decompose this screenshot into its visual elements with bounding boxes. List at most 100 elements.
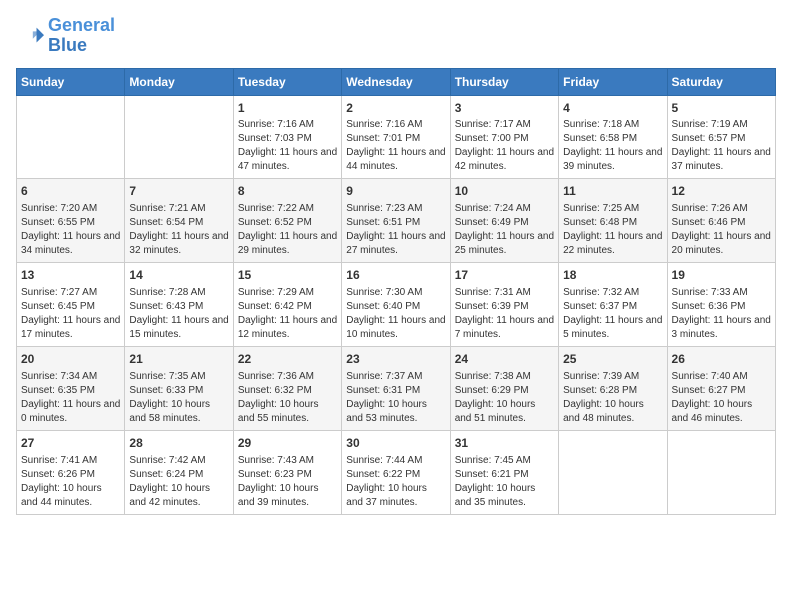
weekday-header: Friday xyxy=(559,68,667,95)
day-info: Sunrise: 7:36 AM Sunset: 6:32 PM Dayligh… xyxy=(238,370,337,426)
calendar-cell: 11 Sunrise: 7:25 AM Sunset: 6:48 PM Dayli… xyxy=(559,179,667,263)
logo-text: General Blue xyxy=(48,16,115,56)
day-number: 22 xyxy=(238,351,337,368)
calendar-cell: 25 Sunrise: 7:39 AM Sunset: 6:28 PM Dayli… xyxy=(559,346,667,430)
day-number: 23 xyxy=(346,351,445,368)
day-number: 28 xyxy=(129,435,228,452)
day-number: 15 xyxy=(238,267,337,284)
day-info: Sunrise: 7:19 AM Sunset: 6:57 PM Dayligh… xyxy=(672,118,771,174)
day-info: Sunrise: 7:37 AM Sunset: 6:31 PM Dayligh… xyxy=(346,370,445,426)
calendar-week-row: 27 Sunrise: 7:41 AM Sunset: 6:26 PM Dayli… xyxy=(17,430,776,514)
day-info: Sunrise: 7:42 AM Sunset: 6:24 PM Dayligh… xyxy=(129,454,228,510)
calendar-cell: 22 Sunrise: 7:36 AM Sunset: 6:32 PM Dayli… xyxy=(233,346,341,430)
calendar-week-row: 13 Sunrise: 7:27 AM Sunset: 6:45 PM Dayli… xyxy=(17,263,776,347)
calendar-week-row: 20 Sunrise: 7:34 AM Sunset: 6:35 PM Dayli… xyxy=(17,346,776,430)
calendar-cell: 7 Sunrise: 7:21 AM Sunset: 6:54 PM Daylig… xyxy=(125,179,233,263)
calendar-cell: 2Sunrise: 7:16 AM Sunset: 7:01 PM Daylig… xyxy=(342,95,450,179)
day-number: 25 xyxy=(563,351,662,368)
day-number: 1 xyxy=(238,100,337,117)
calendar-cell xyxy=(667,430,775,514)
logo-icon xyxy=(16,22,44,50)
day-number: 5 xyxy=(672,100,771,117)
day-info: Sunrise: 7:29 AM Sunset: 6:42 PM Dayligh… xyxy=(238,286,337,342)
day-info: Sunrise: 7:21 AM Sunset: 6:54 PM Dayligh… xyxy=(129,202,228,258)
day-info: Sunrise: 7:35 AM Sunset: 6:33 PM Dayligh… xyxy=(129,370,228,426)
calendar-cell: 15 Sunrise: 7:29 AM Sunset: 6:42 PM Dayli… xyxy=(233,263,341,347)
calendar-cell: 16 Sunrise: 7:30 AM Sunset: 6:40 PM Dayli… xyxy=(342,263,450,347)
day-info: Sunrise: 7:22 AM Sunset: 6:52 PM Dayligh… xyxy=(238,202,337,258)
day-info: Sunrise: 7:41 AM Sunset: 6:26 PM Dayligh… xyxy=(21,454,120,510)
day-number: 8 xyxy=(238,183,337,200)
page-header: General Blue xyxy=(16,16,776,56)
calendar-cell: 30 Sunrise: 7:44 AM Sunset: 6:22 PM Dayli… xyxy=(342,430,450,514)
calendar-cell: 19Sunrise: 7:33 AM Sunset: 6:36 PM Dayli… xyxy=(667,263,775,347)
day-info: Sunrise: 7:43 AM Sunset: 6:23 PM Dayligh… xyxy=(238,454,337,510)
calendar-cell: 18 Sunrise: 7:32 AM Sunset: 6:37 PM Dayli… xyxy=(559,263,667,347)
day-number: 24 xyxy=(455,351,554,368)
day-info: Sunrise: 7:32 AM Sunset: 6:37 PM Dayligh… xyxy=(563,286,662,342)
calendar-cell xyxy=(17,95,125,179)
day-number: 17 xyxy=(455,267,554,284)
calendar-body: 1Sunrise: 7:16 AM Sunset: 7:03 PM Daylig… xyxy=(17,95,776,514)
calendar-cell: 31 Sunrise: 7:45 AM Sunset: 6:21 PM Dayli… xyxy=(450,430,558,514)
calendar-cell: 12Sunrise: 7:26 AM Sunset: 6:46 PM Dayli… xyxy=(667,179,775,263)
day-number: 6 xyxy=(21,183,120,200)
day-number: 20 xyxy=(21,351,120,368)
day-number: 16 xyxy=(346,267,445,284)
day-number: 19 xyxy=(672,267,771,284)
calendar-cell: 3Sunrise: 7:17 AM Sunset: 7:00 PM Daylig… xyxy=(450,95,558,179)
calendar-cell: 26 Sunrise: 7:40 AM Sunset: 6:27 PM Dayli… xyxy=(667,346,775,430)
calendar-cell: 10Sunrise: 7:24 AM Sunset: 6:49 PM Dayli… xyxy=(450,179,558,263)
calendar-cell xyxy=(125,95,233,179)
day-number: 21 xyxy=(129,351,228,368)
day-number: 2 xyxy=(346,100,445,117)
day-number: 11 xyxy=(563,183,662,200)
day-info: Sunrise: 7:30 AM Sunset: 6:40 PM Dayligh… xyxy=(346,286,445,342)
day-number: 27 xyxy=(21,435,120,452)
calendar-cell: 20 Sunrise: 7:34 AM Sunset: 6:35 PM Dayli… xyxy=(17,346,125,430)
day-info: Sunrise: 7:34 AM Sunset: 6:35 PM Dayligh… xyxy=(21,370,120,426)
day-number: 14 xyxy=(129,267,228,284)
day-number: 9 xyxy=(346,183,445,200)
day-info: Sunrise: 7:26 AM Sunset: 6:46 PM Dayligh… xyxy=(672,202,771,258)
calendar-cell: 29 Sunrise: 7:43 AM Sunset: 6:23 PM Dayli… xyxy=(233,430,341,514)
day-info: Sunrise: 7:25 AM Sunset: 6:48 PM Dayligh… xyxy=(563,202,662,258)
calendar-cell: 14 Sunrise: 7:28 AM Sunset: 6:43 PM Dayli… xyxy=(125,263,233,347)
calendar-cell: 13 Sunrise: 7:27 AM Sunset: 6:45 PM Dayli… xyxy=(17,263,125,347)
calendar-cell: 4Sunrise: 7:18 AM Sunset: 6:58 PM Daylig… xyxy=(559,95,667,179)
calendar-cell: 17 Sunrise: 7:31 AM Sunset: 6:39 PM Dayli… xyxy=(450,263,558,347)
day-number: 18 xyxy=(563,267,662,284)
day-number: 13 xyxy=(21,267,120,284)
day-number: 30 xyxy=(346,435,445,452)
weekday-header: Tuesday xyxy=(233,68,341,95)
day-info: Sunrise: 7:40 AM Sunset: 6:27 PM Dayligh… xyxy=(672,370,771,426)
calendar-week-row: 6Sunrise: 7:20 AM Sunset: 6:55 PM Daylig… xyxy=(17,179,776,263)
weekday-header: Thursday xyxy=(450,68,558,95)
day-info: Sunrise: 7:27 AM Sunset: 6:45 PM Dayligh… xyxy=(21,286,120,342)
day-number: 7 xyxy=(129,183,228,200)
weekday-header: Monday xyxy=(125,68,233,95)
calendar-cell: 9 Sunrise: 7:23 AM Sunset: 6:51 PM Daylig… xyxy=(342,179,450,263)
calendar-cell: 8 Sunrise: 7:22 AM Sunset: 6:52 PM Daylig… xyxy=(233,179,341,263)
day-number: 4 xyxy=(563,100,662,117)
day-number: 31 xyxy=(455,435,554,452)
day-info: Sunrise: 7:17 AM Sunset: 7:00 PM Dayligh… xyxy=(455,118,554,174)
day-info: Sunrise: 7:31 AM Sunset: 6:39 PM Dayligh… xyxy=(455,286,554,342)
day-info: Sunrise: 7:16 AM Sunset: 7:01 PM Dayligh… xyxy=(346,118,445,174)
calendar-week-row: 1Sunrise: 7:16 AM Sunset: 7:03 PM Daylig… xyxy=(17,95,776,179)
day-number: 29 xyxy=(238,435,337,452)
calendar-cell: 21 Sunrise: 7:35 AM Sunset: 6:33 PM Dayli… xyxy=(125,346,233,430)
day-info: Sunrise: 7:39 AM Sunset: 6:28 PM Dayligh… xyxy=(563,370,662,426)
day-info: Sunrise: 7:23 AM Sunset: 6:51 PM Dayligh… xyxy=(346,202,445,258)
calendar-cell: 23 Sunrise: 7:37 AM Sunset: 6:31 PM Dayli… xyxy=(342,346,450,430)
logo: General Blue xyxy=(16,16,115,56)
calendar-cell: 6Sunrise: 7:20 AM Sunset: 6:55 PM Daylig… xyxy=(17,179,125,263)
day-number: 3 xyxy=(455,100,554,117)
day-info: Sunrise: 7:38 AM Sunset: 6:29 PM Dayligh… xyxy=(455,370,554,426)
day-info: Sunrise: 7:28 AM Sunset: 6:43 PM Dayligh… xyxy=(129,286,228,342)
calendar-cell xyxy=(559,430,667,514)
calendar-cell: 24 Sunrise: 7:38 AM Sunset: 6:29 PM Dayli… xyxy=(450,346,558,430)
day-number: 26 xyxy=(672,351,771,368)
day-info: Sunrise: 7:45 AM Sunset: 6:21 PM Dayligh… xyxy=(455,454,554,510)
day-info: Sunrise: 7:44 AM Sunset: 6:22 PM Dayligh… xyxy=(346,454,445,510)
